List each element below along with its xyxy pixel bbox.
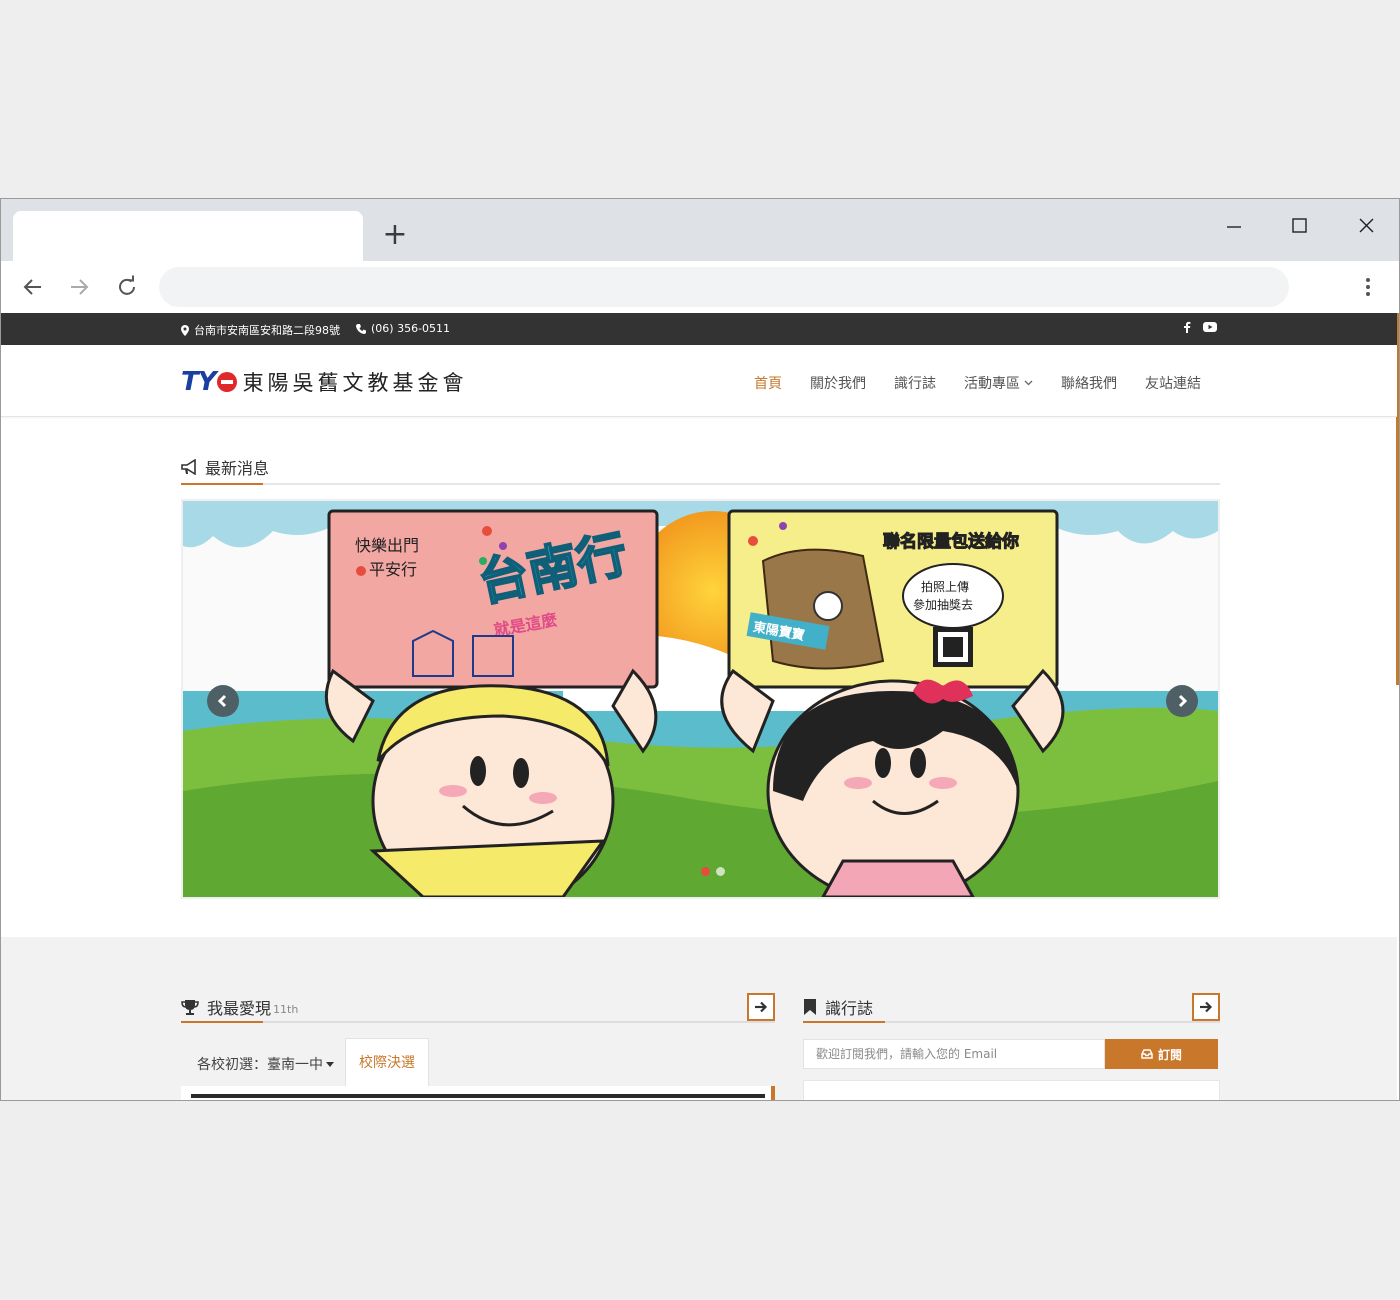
caret-down-icon xyxy=(326,1061,334,1067)
carousel-prev-button[interactable] xyxy=(207,685,239,717)
nav-events-label: 活動專區 xyxy=(964,376,1020,392)
news-carousel[interactable]: 快樂出門 平安行 台南行 就是這麼 聯名限量包送給你 拍照上傳 參加抽獎去 東陽… xyxy=(181,499,1220,899)
logo-letters: TY xyxy=(181,367,217,397)
inbox-icon xyxy=(1141,1049,1153,1059)
journal-list-box xyxy=(803,1080,1220,1100)
left-sign-text-2: 平安行 xyxy=(369,560,417,579)
chevron-left-icon xyxy=(217,694,227,708)
youtube-icon[interactable] xyxy=(1203,322,1217,332)
phone-info: (06) 356-0511 xyxy=(356,322,450,335)
social-links xyxy=(1183,321,1217,333)
favorites-tabs: 各校初選：臺南一中 校際決選 xyxy=(181,1038,775,1086)
new-tab-button[interactable]: + xyxy=(379,219,411,251)
news-title: 最新消息 xyxy=(181,455,269,479)
reload-button[interactable] xyxy=(111,271,143,303)
chevron-down-icon xyxy=(1024,380,1033,386)
logo-mark: TY xyxy=(181,367,237,397)
maximize-icon xyxy=(1292,218,1307,233)
nav-contact-label: 聯絡我們 xyxy=(1061,376,1117,392)
main-nav: 首頁 關於我們 識行誌 活動專區 聯絡我們 友站連結 xyxy=(754,373,1201,393)
browser-menu-button[interactable] xyxy=(1353,271,1383,303)
minimize-icon xyxy=(1227,226,1241,228)
back-arrow-icon xyxy=(23,279,41,295)
right-sign-title: 聯名限量包送給你 xyxy=(883,531,1019,552)
favorites-header: 我最愛現 11th xyxy=(181,989,775,1023)
arrow-right-icon xyxy=(1200,1001,1213,1013)
browser-toolbar xyxy=(1,261,1399,313)
nav-home-label: 首頁 xyxy=(754,376,782,392)
megaphone-icon xyxy=(181,459,196,475)
logo-circle xyxy=(216,372,237,392)
tab-school-preliminary[interactable]: 各校初選：臺南一中 xyxy=(197,1054,334,1074)
journal-header: 識行誌 xyxy=(803,989,1220,1023)
nav-contact[interactable]: 聯絡我們 xyxy=(1061,373,1117,393)
maximize-button[interactable] xyxy=(1275,205,1325,241)
nav-links[interactable]: 友站連結 xyxy=(1145,373,1201,393)
carousel-banner-image: 快樂出門 平安行 台南行 就是這麼 聯名限量包送給你 拍照上傳 參加抽獎去 東陽… xyxy=(183,501,1218,897)
browser-window: + 台南市安南區安和路二段98號 (06) 356-0511 TY 東陽吳舊文教… xyxy=(0,198,1400,1101)
kebab-menu-icon xyxy=(1366,278,1370,296)
journal-title: 識行誌 xyxy=(803,995,873,1019)
nav-about-label: 關於我們 xyxy=(810,376,866,392)
subscribe-email-input[interactable] xyxy=(803,1039,1105,1069)
contact-bar: 台南市安南區安和路二段98號 (06) 356-0511 xyxy=(1,313,1397,345)
nav-links-label: 友站連結 xyxy=(1145,376,1201,392)
tab-inter-school-final[interactable]: 校際決選 xyxy=(345,1038,429,1086)
section-underline xyxy=(803,1021,885,1023)
org-name: 東陽吳舊文教基金會 xyxy=(242,371,468,395)
phone-icon xyxy=(356,323,366,334)
address-text: 台南市安南區安和路二段98號 xyxy=(194,324,340,337)
close-icon xyxy=(1359,218,1374,233)
chevron-right-icon xyxy=(1178,694,1188,708)
address-bar[interactable] xyxy=(159,267,1289,307)
minimize-button[interactable] xyxy=(1209,205,1259,241)
favorites-more-button[interactable] xyxy=(747,993,775,1021)
right-sign-bubble-1: 拍照上傳 xyxy=(921,579,969,594)
facebook-icon[interactable] xyxy=(1183,321,1191,333)
carousel-next-button[interactable] xyxy=(1166,685,1198,717)
phone-text: (06) 356-0511 xyxy=(371,322,451,335)
favorites-tab-content xyxy=(181,1086,775,1100)
left-sign-text-1: 快樂出門 xyxy=(355,536,419,555)
forward-button[interactable] xyxy=(63,271,95,303)
forward-arrow-icon xyxy=(71,279,89,295)
carousel-dot[interactable] xyxy=(701,867,710,876)
site-logo[interactable]: TY 東陽吳舊文教基金會 xyxy=(181,367,468,397)
nav-about[interactable]: 關於我們 xyxy=(810,373,866,393)
bookmark-icon xyxy=(804,999,816,1015)
favorites-title-text: 我最愛現 xyxy=(207,999,272,1018)
video-thumbnail[interactable] xyxy=(191,1094,765,1098)
site-header: TY 東陽吳舊文教基金會 首頁 關於我們 識行誌 活動專區 聯絡我們 友站連結 xyxy=(1,345,1397,417)
tab-strip: + xyxy=(1,199,1399,261)
subscribe-button-label: 訂閱 xyxy=(1157,1047,1182,1062)
nav-journal[interactable]: 識行誌 xyxy=(894,373,936,393)
carousel-dots xyxy=(701,867,725,876)
browser-tab[interactable] xyxy=(13,211,363,261)
address-info: 台南市安南區安和路二段98號 xyxy=(181,322,340,338)
section-underline xyxy=(181,483,263,485)
lower-section: 我最愛現 11th 各校初選：臺南一中 校際決選 識行誌 歡迎訂閱我們，請輸入您… xyxy=(1,937,1397,1100)
arrow-right-icon xyxy=(755,1001,768,1013)
nav-home[interactable]: 首頁 xyxy=(754,373,782,393)
reload-icon xyxy=(119,275,135,295)
favorites-edition: 11th xyxy=(273,1002,299,1016)
subscribe-button[interactable]: 訂閱 xyxy=(1105,1039,1218,1069)
favorites-title: 我最愛現 11th xyxy=(181,995,298,1019)
right-sign-bubble-2: 參加抽獎去 xyxy=(913,597,973,612)
subscribe-form: 訂閱 xyxy=(803,1039,1220,1069)
carousel-dot[interactable] xyxy=(716,867,725,876)
journal-more-button[interactable] xyxy=(1192,993,1220,1021)
page-viewport: 台南市安南區安和路二段98號 (06) 356-0511 TY 東陽吳舊文教基金… xyxy=(1,313,1399,1100)
nav-events[interactable]: 活動專區 xyxy=(964,373,1033,393)
tab-school-preliminary-label: 各校初選：臺南一中 xyxy=(197,1057,323,1073)
section-underline xyxy=(181,1021,263,1023)
back-button[interactable] xyxy=(17,271,49,303)
nav-journal-label: 識行誌 xyxy=(894,376,936,392)
close-button[interactable] xyxy=(1341,205,1391,241)
news-section-header: 最新消息 xyxy=(181,453,1220,485)
journal-title-text: 識行誌 xyxy=(825,999,874,1018)
map-marker-icon xyxy=(181,324,189,336)
trophy-icon xyxy=(181,1000,199,1015)
news-title-text: 最新消息 xyxy=(205,459,270,478)
